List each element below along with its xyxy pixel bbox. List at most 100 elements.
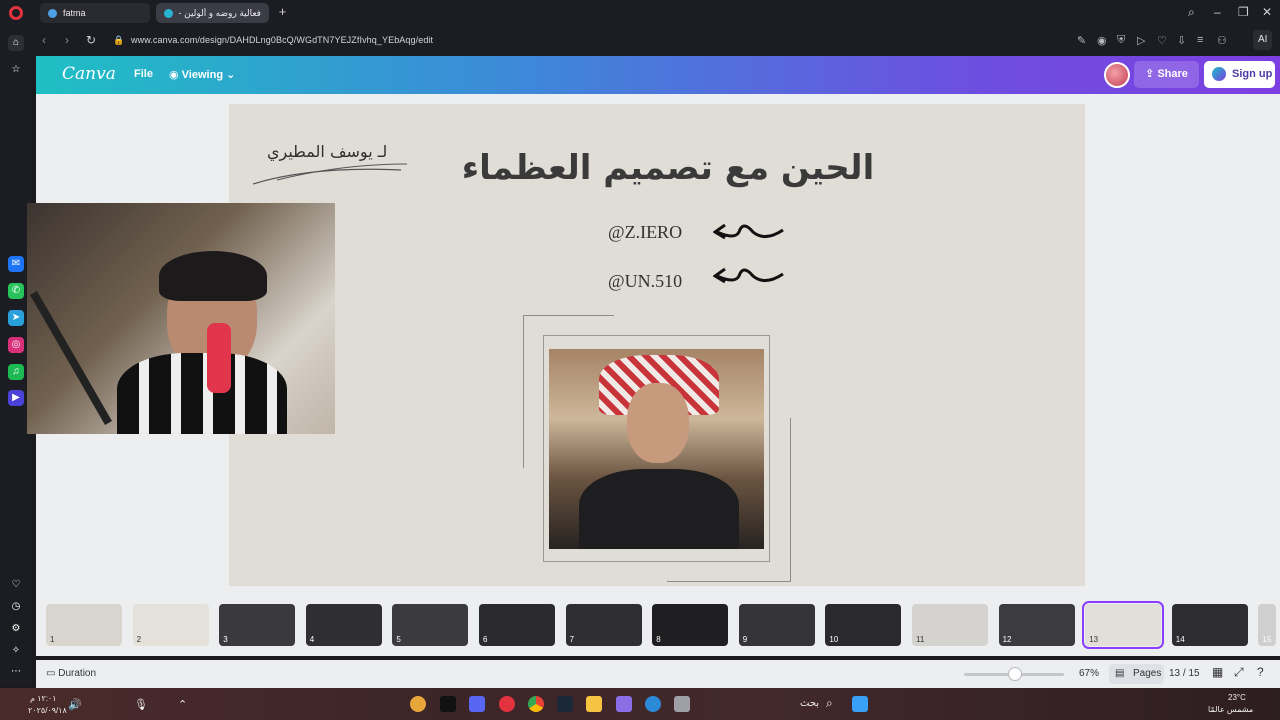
- mic-icon[interactable]: 🎙: [134, 698, 148, 711]
- settings-icon[interactable]: ⚙: [8, 621, 24, 637]
- grid-view-icon[interactable]: ▦: [1212, 665, 1223, 679]
- thumbnail-number: 8: [656, 635, 661, 644]
- photo-frame: [543, 335, 770, 562]
- signup-button[interactable]: Sign up: [1204, 61, 1275, 88]
- whatsapp-icon[interactable]: ✆: [8, 283, 24, 299]
- page-thumbnail[interactable]: 10: [825, 604, 902, 646]
- search-label[interactable]: بحث: [800, 698, 819, 709]
- file-menu[interactable]: File: [134, 68, 153, 80]
- history-icon[interactable]: ◷: [8, 599, 24, 615]
- back-icon[interactable]: ‹: [42, 33, 46, 47]
- thumbnail-number: 2: [136, 635, 142, 644]
- avatar[interactable]: [1104, 62, 1130, 88]
- messenger-icon[interactable]: ✉: [8, 256, 24, 272]
- clock-date[interactable]: ٢٠٢٥/٠٩/١٨: [28, 706, 67, 715]
- profile-icon[interactable]: ⚇: [1217, 34, 1227, 47]
- player-icon[interactable]: ▶: [8, 390, 24, 406]
- share-icon: ⇪: [1145, 68, 1155, 80]
- forward-icon[interactable]: ›: [65, 33, 69, 47]
- page-thumbnail[interactable]: 1: [46, 604, 122, 646]
- share-button[interactable]: ⇪ Share: [1134, 61, 1199, 88]
- discord-icon[interactable]: [469, 696, 485, 712]
- page-thumbnail[interactable]: 6: [479, 604, 555, 646]
- steam-icon[interactable]: [557, 696, 573, 712]
- spotify-icon[interactable]: ♫: [8, 364, 24, 380]
- page-thumbnail[interactable]: 9: [738, 604, 815, 646]
- heart-icon[interactable]: ♡: [8, 577, 24, 593]
- thumbnail-number: 4: [309, 635, 315, 644]
- zoom-slider-handle[interactable]: [1008, 667, 1022, 681]
- tiktok-icon[interactable]: [440, 696, 456, 712]
- canva-logo[interactable]: Canva: [62, 64, 116, 84]
- page-thumbnail-strip: 1 2 3 4 5 6 7 8 9 10 11 12 13 14 15: [36, 600, 1280, 656]
- reload-icon[interactable]: ↻: [86, 33, 96, 47]
- viewing-menu[interactable]: ◉ Viewing ⌄: [169, 68, 235, 81]
- url-field[interactable]: www.canva.com/design/DAHDLng0BcQ/WGdTN7Y…: [131, 35, 433, 45]
- folder-icon[interactable]: [586, 696, 602, 712]
- search-tabs-icon[interactable]: ⌕: [1188, 5, 1195, 20]
- page-thumbnail[interactable]: 7: [565, 604, 642, 646]
- windows-start-icon[interactable]: [852, 696, 868, 712]
- viewing-label: Viewing: [181, 69, 224, 81]
- heart-icon[interactable]: ♡: [1157, 34, 1167, 47]
- tab-fatma[interactable]: fatma: [40, 3, 150, 23]
- page-thumbnail[interactable]: 15: [1258, 604, 1277, 646]
- page-thumbnail[interactable]: 12: [998, 604, 1075, 646]
- signup-label: Sign up: [1232, 68, 1273, 80]
- page-thumbnail[interactable]: 4: [305, 604, 382, 646]
- page-thumbnail[interactable]: 11: [912, 604, 988, 646]
- thumbnail-number: 12: [1002, 635, 1012, 644]
- duration-icon: ▭: [46, 668, 56, 679]
- telegram-icon[interactable]: ➤: [8, 310, 24, 326]
- volume-icon[interactable]: 🔊: [68, 698, 82, 711]
- more-icon[interactable]: ⋯: [8, 664, 24, 680]
- zoom-level[interactable]: 67%: [1079, 668, 1099, 679]
- pages-button[interactable]: ▤ Pages: [1109, 664, 1164, 684]
- slide-13[interactable]: لـ يوسف المطيري الحين مع تصميم العظماء @…: [229, 104, 1085, 586]
- restore-button[interactable]: ❐: [1238, 5, 1249, 19]
- app-icon[interactable]: [410, 696, 426, 712]
- star-icon[interactable]: ☆: [8, 62, 24, 78]
- weather-desc[interactable]: مشمس عالمًا: [1208, 705, 1253, 714]
- app-icon[interactable]: [674, 696, 690, 712]
- fullscreen-icon[interactable]: ⤢: [1234, 665, 1244, 680]
- help-icon[interactable]: ?: [1257, 665, 1264, 679]
- ai-button[interactable]: AI: [1253, 30, 1273, 50]
- frame-line: [523, 315, 524, 468]
- telegram-icon: [48, 8, 57, 18]
- home-icon[interactable]: ⌂: [8, 35, 24, 51]
- page-thumbnail[interactable]: 14: [1171, 604, 1248, 646]
- page-thumbnail[interactable]: 2: [132, 604, 209, 646]
- thumbnail-number: 9: [742, 635, 748, 644]
- close-window-button[interactable]: ✕: [1262, 5, 1272, 19]
- page-thumbnail[interactable]: 3: [219, 604, 296, 646]
- instagram-icon[interactable]: ◎: [8, 337, 24, 353]
- search-icon[interactable]: ⌕: [826, 696, 833, 711]
- page-thumbnail[interactable]: 5: [392, 604, 469, 646]
- lock-icon: 🔒: [113, 35, 125, 45]
- download-icon[interactable]: ⇩: [1177, 34, 1186, 47]
- bulb-icon[interactable]: ✧: [8, 643, 24, 659]
- menu-icon[interactable]: ≡: [1197, 34, 1203, 46]
- tab-canva-design[interactable]: فعالية روضه و ألولين - ation: [156, 3, 269, 23]
- portrait-photo[interactable]: [549, 349, 764, 549]
- thumbnail-number: 1: [50, 635, 55, 644]
- clock-time[interactable]: ١٢:٠١ م: [30, 694, 57, 703]
- app-icon[interactable]: [616, 696, 632, 712]
- edit-icon[interactable]: ✎: [1077, 34, 1086, 47]
- camera-icon[interactable]: ◉: [1097, 34, 1107, 47]
- play-icon[interactable]: ▷: [1137, 34, 1145, 47]
- opera-icon[interactable]: [499, 696, 515, 712]
- new-tab-button[interactable]: +: [276, 5, 289, 19]
- chrome-icon[interactable]: [528, 696, 544, 712]
- opera-logo-icon[interactable]: [9, 6, 23, 20]
- chevron-up-icon[interactable]: ⌃: [178, 698, 187, 711]
- duration-label: Duration: [58, 668, 97, 679]
- page-thumbnail[interactable]: 13: [1082, 601, 1165, 649]
- minimize-button[interactable]: –: [1214, 5, 1221, 19]
- weather-temp[interactable]: 23°C: [1228, 693, 1246, 702]
- page-thumbnail[interactable]: 8: [652, 604, 729, 646]
- edge-icon[interactable]: [645, 696, 661, 712]
- shield-icon[interactable]: ⛨: [1117, 34, 1125, 47]
- duration-button[interactable]: ▭ Duration: [46, 668, 96, 679]
